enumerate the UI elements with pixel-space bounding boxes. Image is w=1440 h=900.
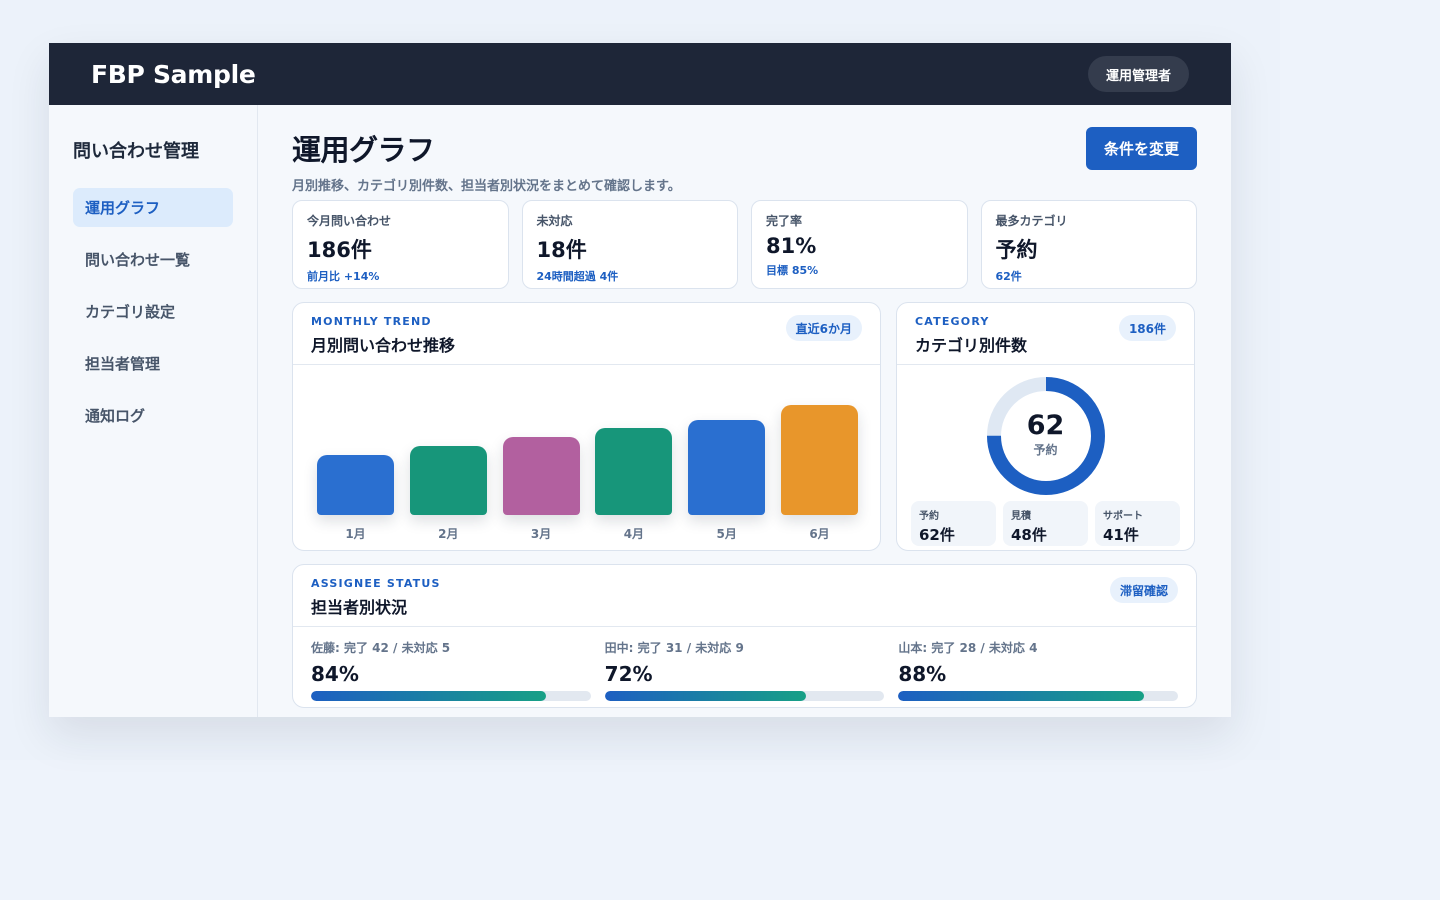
kpi-card-unresolved: 未対応 18件 24時間超過 4件 <box>521 200 738 289</box>
card-title: 担当者別状況 <box>311 598 408 617</box>
bar-6月[interactable] <box>781 405 858 515</box>
page-header: 運用グラフ 月別推移、カテゴリ別件数、担当者別状況をまとめて確認します。 条件を… <box>292 127 1197 200</box>
bar-3月[interactable] <box>502 436 580 515</box>
kpi-card-completion-rate: 完了率 81% 目標 85% <box>751 200 968 289</box>
app-window: FBP Sample 運用管理者 問い合わせ管理 運用グラフ 問い合わせ一覧 カ… <box>49 43 1231 717</box>
bar-label: 4月 <box>623 527 645 541</box>
kpi-note: 24時間超過 4件 <box>536 270 619 283</box>
sidebar-item-assignee-management[interactable]: 担当者管理 <box>73 344 233 383</box>
donut-chart: 62 予約 <box>897 365 1194 497</box>
kpi-note: 目標 85% <box>766 264 819 277</box>
card-header: MONTHLY TREND 月別問い合わせ推移 直近6か月 <box>293 303 880 365</box>
progress-track <box>604 691 885 701</box>
kpi-value: 81% <box>766 234 817 258</box>
donut-label: 予約 <box>1033 443 1058 457</box>
category-breakdown: 予約 62件 見積 48件 サポート 41件 <box>897 497 1194 546</box>
user-menu-button[interactable]: 運用管理者 <box>1087 56 1189 92</box>
card-header: ASSIGNEE STATUS 担当者別状況 滞留確認 <box>293 565 1196 627</box>
kpi-label: 未対応 <box>536 214 573 228</box>
category-item-label: 見積 <box>1011 511 1031 522</box>
category-item: 予約 62件 <box>911 501 996 546</box>
charts-row: MONTHLY TREND 月別問い合わせ推移 直近6か月 1月 2月 3月 4月 5月… <box>292 302 1197 551</box>
kpi-card-monthly-inquiries: 今月問い合わせ 186件 前月比 +14% <box>292 200 509 289</box>
sidebar-item-notification-log[interactable]: 通知ログ <box>73 396 233 435</box>
sidebar-title: 問い合わせ管理 <box>73 141 199 162</box>
kpi-label: 最多カテゴリ <box>995 214 1068 228</box>
assignee-rate: 88% <box>898 662 947 686</box>
bar-chart: 1月 2月 3月 4月 5月 6月 <box>293 365 880 550</box>
kpi-value: 予約 <box>995 238 1038 262</box>
category-item-label: 予約 <box>919 511 939 522</box>
progress-fill <box>898 691 1145 701</box>
sidebar-item-category-settings[interactable]: カテゴリ設定 <box>73 292 233 331</box>
progress-fill <box>311 691 546 701</box>
category-item: サポート 41件 <box>1095 501 1180 546</box>
assignee-label: 佐藤: 完了 42 / 未対応 5 <box>311 641 451 655</box>
bar-4月[interactable] <box>595 428 673 515</box>
assignee-item: 田中: 完了 31 / 未対応 9 72% <box>604 639 885 701</box>
category-item-value: 48件 <box>1011 526 1047 544</box>
assignee-list: 佐藤: 完了 42 / 未対応 5 84% 田中: 完了 31 / 未対応 9 … <box>293 627 1196 701</box>
top-bar: FBP Sample 運用管理者 <box>49 43 1231 105</box>
progress-track <box>898 691 1179 701</box>
card-title: 月別問い合わせ推移 <box>311 336 456 355</box>
main-content: 運用グラフ 月別推移、カテゴリ別件数、担当者別状況をまとめて確認します。 条件を… <box>258 105 1231 717</box>
assignee-item: 佐藤: 完了 42 / 未対応 5 84% <box>311 639 591 701</box>
page-title: 運用グラフ <box>292 133 435 167</box>
kpi-row: 今月問い合わせ 186件 前月比 +14% 未対応 18件 24時間超過 4件 … <box>292 200 1197 289</box>
bar-5月[interactable] <box>688 420 766 515</box>
kpi-label: 完了率 <box>766 214 803 228</box>
backlog-check-chip[interactable]: 滞留確認 <box>1109 577 1178 603</box>
sidebar-item-inquiry-list[interactable]: 問い合わせ一覧 <box>73 240 233 279</box>
progress-track <box>311 691 591 701</box>
total-count-chip[interactable]: 186件 <box>1118 315 1176 341</box>
category-card: CATEGORY カテゴリ別件数 186件 62 予約 予約 62件 見積 48… <box>896 302 1195 551</box>
progress-fill <box>604 691 807 701</box>
period-chip[interactable]: 直近6か月 <box>785 315 862 341</box>
bar-label: 3月 <box>530 527 552 541</box>
kpi-note: 62件 <box>995 270 1022 283</box>
change-conditions-button[interactable]: 条件を変更 <box>1085 127 1197 170</box>
kpi-label: 今月問い合わせ <box>307 214 392 228</box>
category-item-value: 62件 <box>919 526 955 544</box>
category-item: 見積 48件 <box>1003 501 1088 546</box>
kpi-value: 18件 <box>536 238 587 262</box>
assignee-label: 田中: 完了 31 / 未対応 9 <box>604 641 744 655</box>
card-header: CATEGORY カテゴリ別件数 186件 <box>897 303 1194 365</box>
bar-label: 2月 <box>438 527 459 541</box>
bar-label: 6月 <box>809 527 830 541</box>
assignee-status-card: ASSIGNEE STATUS 担当者別状況 滞留確認 佐藤: 完了 42 / … <box>292 564 1197 708</box>
donut-value: 62 <box>1026 410 1065 441</box>
sidebar: 問い合わせ管理 運用グラフ 問い合わせ一覧 カテゴリ設定 担当者管理 通知ログ <box>49 105 258 717</box>
category-item-label: サポート <box>1103 511 1143 522</box>
kpi-value: 186件 <box>307 238 372 262</box>
assignee-item: 山本: 完了 28 / 未対応 4 88% <box>898 639 1179 701</box>
bar-label: 5月 <box>716 527 737 541</box>
card-eyebrow: ASSIGNEE STATUS <box>311 577 441 590</box>
bar-2月[interactable] <box>409 446 487 515</box>
page-subtitle: 月別推移、カテゴリ別件数、担当者別状況をまとめて確認します。 <box>292 179 681 194</box>
donut-center: 62 予約 <box>897 411 1194 458</box>
monthly-trend-card: MONTHLY TREND 月別問い合わせ推移 直近6か月 1月 2月 3月 4月 5月… <box>292 302 881 551</box>
body: 問い合わせ管理 運用グラフ 問い合わせ一覧 カテゴリ設定 担当者管理 通知ログ … <box>49 105 1231 717</box>
card-title: カテゴリ別件数 <box>915 336 1028 355</box>
assignee-rate: 72% <box>604 662 653 686</box>
card-eyebrow: CATEGORY <box>915 315 990 328</box>
bar-1月[interactable] <box>317 454 394 515</box>
kpi-note: 前月比 +14% <box>307 270 380 283</box>
kpi-card-top-category: 最多カテゴリ 予約 62件 <box>980 200 1197 289</box>
card-eyebrow: MONTHLY TREND <box>311 315 432 328</box>
assignee-rate: 84% <box>311 662 359 686</box>
assignee-label: 山本: 完了 28 / 未対応 4 <box>898 641 1038 655</box>
category-item-value: 41件 <box>1103 526 1139 544</box>
sidebar-item-operation-graph[interactable]: 運用グラフ <box>73 188 233 227</box>
brand-logo[interactable]: FBP Sample <box>91 60 256 89</box>
bar-label: 1月 <box>345 527 366 541</box>
